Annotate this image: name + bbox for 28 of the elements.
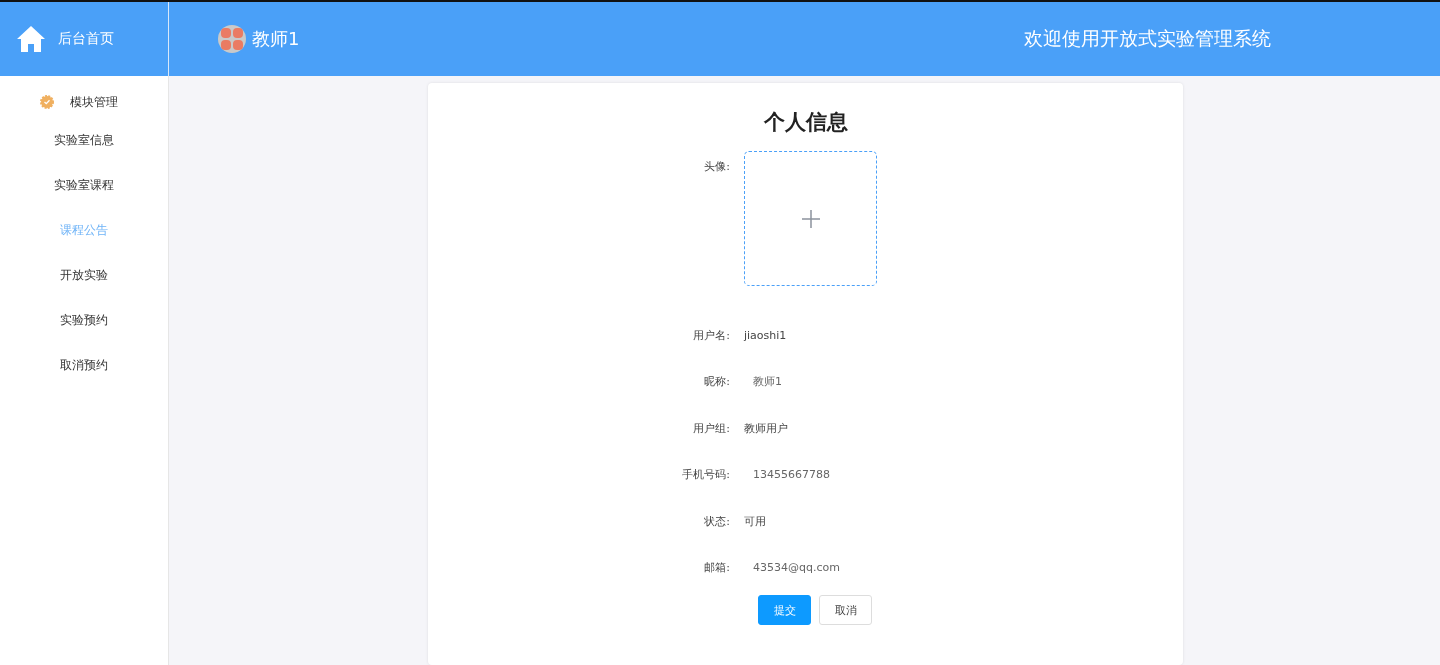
field-value: 教师用户 bbox=[744, 420, 788, 436]
field-label: 状态: bbox=[703, 513, 731, 529]
field-label: 头像: bbox=[703, 159, 731, 174]
field-label: 用户名: bbox=[692, 327, 731, 343]
welcome-title: 欢迎使用开放式实验管理系统 bbox=[1024, 26, 1271, 51]
sidebar-item[interactable]: 实验室信息 bbox=[54, 128, 114, 173]
field-label: 手机号码: bbox=[681, 467, 731, 483]
sidebar-item[interactable]: 实验预约 bbox=[60, 308, 108, 353]
menu-group-title[interactable]: 模块管理 bbox=[70, 93, 118, 111]
sidebar-item[interactable]: 实验室课程 bbox=[54, 173, 114, 218]
cancel-button[interactable]: 取消 bbox=[819, 595, 872, 625]
field-label: 邮箱: bbox=[703, 560, 731, 576]
field-label: 用户组: bbox=[692, 420, 731, 436]
avatar-icon bbox=[218, 25, 246, 53]
gear-icon bbox=[40, 95, 54, 109]
sidebar-item[interactable]: 取消预约 bbox=[60, 353, 108, 398]
input-field[interactable]: 43534@qq.com bbox=[744, 557, 942, 579]
home-icon bbox=[16, 25, 46, 53]
sidebar-item[interactable]: 开放实验 bbox=[60, 263, 108, 308]
avatar-uploader[interactable] bbox=[744, 151, 877, 286]
field-label: 昵称: bbox=[703, 374, 731, 390]
input-field[interactable]: 13455667788 bbox=[744, 464, 942, 486]
plus-icon bbox=[801, 209, 820, 228]
user-name: 教师1 bbox=[252, 27, 300, 51]
page-title: 个人信息 bbox=[763, 109, 848, 136]
input-field[interactable]: 教师1 bbox=[744, 371, 942, 393]
field-value: jiaoshi1 bbox=[744, 328, 787, 342]
field-value: 可用 bbox=[744, 513, 766, 529]
